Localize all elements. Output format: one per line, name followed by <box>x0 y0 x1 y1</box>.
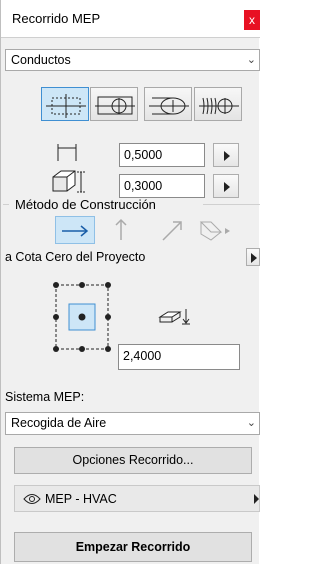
width-options-button[interactable] <box>213 143 239 167</box>
height-options-button[interactable] <box>213 174 239 198</box>
play-icon <box>224 182 230 192</box>
width-value: 0,5000 <box>124 148 163 162</box>
circular-duct-icon <box>95 96 135 115</box>
construction-method-heading: Método de Construcción <box>15 197 156 212</box>
play-icon <box>251 253 257 263</box>
reference-level-label: a Cota Cero del Proyecto <box>5 250 146 264</box>
height-input[interactable]: 0,3000 <box>119 174 205 198</box>
reference-options-button[interactable] <box>246 248 260 266</box>
flexible-duct-tool[interactable] <box>194 87 242 121</box>
elevation-value: 2,4000 <box>123 349 162 363</box>
method-slope-button[interactable] <box>153 216 193 244</box>
section-divider <box>3 204 9 205</box>
close-button[interactable]: x <box>244 10 260 30</box>
duct-section-icon <box>52 170 85 193</box>
chevron-down-icon: ⌄ <box>246 417 256 429</box>
routing-options-button[interactable]: Opciones Recorrido... <box>14 447 252 474</box>
arrow-diagonal-icon <box>162 221 182 241</box>
window-title: Recorrido MEP <box>12 11 101 26</box>
play-icon <box>224 151 230 161</box>
height-value: 0,3000 <box>124 179 163 193</box>
routing-panel: Recorrido MEP x Conductos ⌄ 0,5000 0,300… <box>0 0 260 564</box>
method-3d-button[interactable] <box>195 216 235 244</box>
chevron-down-icon: ⌄ <box>246 54 256 66</box>
rectangular-duct-icon <box>46 94 86 118</box>
method-vertical-button[interactable] <box>101 216 141 244</box>
mep-system-select[interactable]: Recogida de Aire ⌄ <box>5 412 260 435</box>
elevation-input[interactable]: 2,4000 <box>118 344 240 370</box>
play-icon <box>254 494 259 504</box>
flexible-duct-icon <box>199 97 239 115</box>
circular-duct-tool[interactable] <box>90 87 138 121</box>
oval-duct-tool[interactable] <box>144 87 192 121</box>
oval-duct-icon <box>149 97 189 115</box>
title-bar: Recorrido MEP x <box>1 0 260 38</box>
arrow-right-icon <box>62 225 89 237</box>
anchor-point-grid[interactable] <box>47 276 117 358</box>
element-type-value: Conductos <box>11 53 71 67</box>
layer-name: MEP - HVAC <box>45 492 117 506</box>
rectangular-duct-tool[interactable] <box>41 87 89 121</box>
mep-system-label: Sistema MEP: <box>5 390 85 404</box>
arrow-up-icon <box>115 218 127 240</box>
pipe-3d-icon <box>199 221 230 241</box>
layer-selector[interactable]: MEP - HVAC <box>14 485 260 512</box>
start-routing-button[interactable]: Empezar Recorrido <box>14 532 252 562</box>
mep-system-value: Recogida de Aire <box>11 416 107 430</box>
elevation-offset-icon <box>158 309 190 325</box>
width-icon <box>57 144 77 161</box>
section-divider <box>203 204 260 205</box>
element-type-select[interactable]: Conductos ⌄ <box>5 49 260 71</box>
eye-icon <box>23 494 41 504</box>
method-horizontal-button[interactable] <box>55 216 95 244</box>
width-input[interactable]: 0,5000 <box>119 143 205 167</box>
